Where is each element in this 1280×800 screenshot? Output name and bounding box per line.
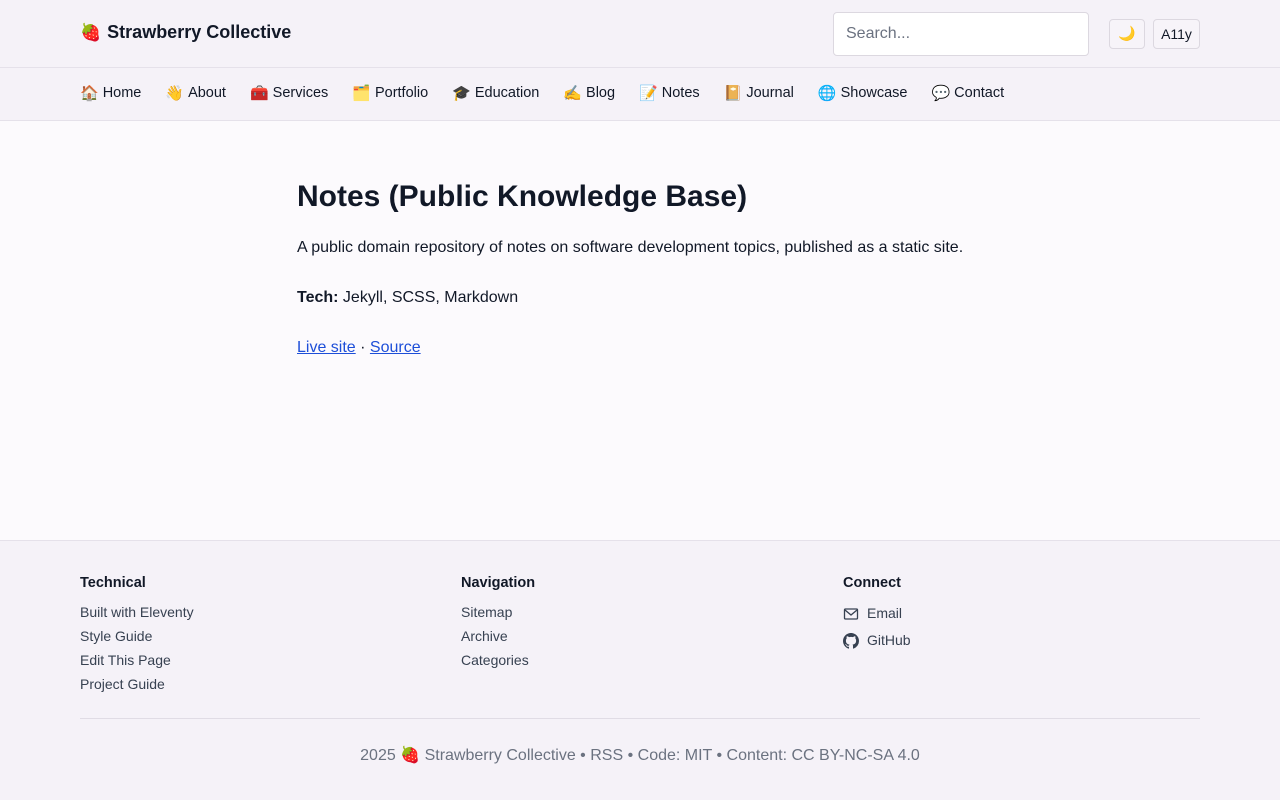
nav-item-label: Portfolio: [374, 85, 429, 101]
nav-item-journal[interactable]: 📔 Journal: [724, 84, 794, 102]
notebook-icon: 📔: [723, 84, 743, 102]
memo-icon: 📝: [639, 84, 658, 102]
nav-item-home[interactable]: 🏠 Home: [80, 84, 141, 102]
live-site-link[interactable]: Live site: [297, 339, 356, 356]
rss-link[interactable]: RSS: [590, 747, 623, 764]
nav-item-label: Home: [102, 85, 142, 101]
brand-name: Strawberry Collective: [107, 22, 292, 42]
footer-divider: [80, 718, 1200, 719]
nav-item-services[interactable]: 🧰 Services: [250, 84, 328, 102]
tech-value: Jekyll, SCSS, Markdown: [338, 289, 519, 306]
footer-navigation: Navigation Sitemap Archive Categories: [461, 575, 535, 672]
nav-item-label: Contact: [954, 85, 1005, 101]
copyright-year: 2025: [360, 747, 396, 764]
nav-item-label: About: [188, 85, 226, 101]
tech-line: Tech: Jekyll, SCSS, Markdown: [297, 287, 1017, 309]
footer-heading: Technical: [80, 575, 146, 591]
nav-item-contact[interactable]: 💬 Contact: [931, 84, 1004, 102]
toolbox-icon: 🧰: [249, 84, 269, 102]
footer-link-github[interactable]: GitHub: [843, 627, 911, 654]
nav-item-label: Showcase: [840, 85, 908, 101]
waving-hand-icon: 👋: [165, 84, 185, 102]
nav-item-education[interactable]: 🎓 Education: [452, 84, 539, 102]
tech-label: Tech:: [297, 289, 339, 306]
site-footer: Technical Built with Eleventy Style Guid…: [0, 540, 1280, 800]
footer-link-built-with[interactable]: Built with Eleventy: [80, 600, 194, 624]
footer-link-edit-page[interactable]: Edit This Page: [80, 648, 194, 672]
writing-hand-icon: ✍️: [563, 84, 583, 102]
footer-link-email[interactable]: Email: [843, 600, 911, 627]
footer-link-project-guide[interactable]: Project Guide: [80, 672, 194, 696]
nav-item-portfolio[interactable]: 🗂️ Portfolio: [352, 84, 428, 102]
nav-item-label: Education: [474, 85, 540, 101]
nav-item-label: Notes: [661, 85, 700, 101]
footer-copyright: 2025 🍓 Strawberry Collective • RSS • Cod…: [0, 745, 1280, 765]
nav-item-notes[interactable]: 📝 Notes: [639, 84, 700, 102]
project-links: Live site · Source: [297, 337, 1017, 359]
copyright-brand: Strawberry Collective: [424, 747, 576, 764]
site-header: 🍓 Strawberry Collective 🌙 A11y: [0, 0, 1280, 68]
theme-toggle-button[interactable]: 🌙: [1109, 19, 1145, 49]
footer-link-label: GitHub: [867, 632, 911, 648]
moon-icon: 🌙: [1118, 26, 1136, 42]
github-icon: [843, 632, 859, 649]
main-content: Notes (Public Knowledge Base) A public d…: [297, 121, 1017, 359]
speech-bubble-icon: 💬: [931, 84, 951, 102]
bullet-separator: •: [575, 747, 591, 764]
footer-technical: Technical Built with Eleventy Style Guid…: [80, 575, 194, 696]
code-license: Code: MIT: [637, 747, 713, 764]
nav-item-blog[interactable]: ✍️ Blog: [563, 84, 615, 102]
footer-link-sitemap[interactable]: Sitemap: [461, 600, 535, 624]
bullet-separator: •: [712, 747, 727, 764]
mail-icon: [843, 607, 859, 620]
nav-item-label: Journal: [746, 85, 794, 101]
footer-link-categories[interactable]: Categories: [461, 648, 535, 672]
nav-item-about[interactable]: 👋 About: [165, 84, 226, 102]
graduation-cap-icon: 🎓: [452, 84, 471, 102]
main-nav: 🏠 Home 👋 About 🧰 Services 🗂️ Portfolio 🎓…: [0, 68, 1280, 121]
page-intro: A public domain repository of notes on s…: [297, 239, 964, 256]
bullet-separator: •: [623, 747, 638, 764]
content-license: Content: CC BY-NC-SA 4.0: [726, 747, 920, 764]
search-input[interactable]: [833, 12, 1089, 56]
brand-link[interactable]: 🍓 Strawberry Collective: [80, 22, 291, 43]
accessibility-button[interactable]: A11y: [1153, 19, 1200, 49]
strawberry-icon: 🍓: [400, 745, 421, 764]
nav-list: 🏠 Home 👋 About 🧰 Services 🗂️ Portfolio 🎓…: [80, 84, 1028, 102]
page-title: Notes (Public Knowledge Base): [297, 180, 748, 213]
nav-item-showcase[interactable]: 🌐 Showcase: [818, 84, 908, 102]
footer-connect: Connect Email GitHub: [843, 575, 911, 654]
nav-item-label: Services: [272, 85, 329, 101]
footer-link-label: Email: [867, 605, 903, 621]
folder-icon: 🗂️: [352, 84, 371, 102]
link-separator: ·: [355, 339, 370, 356]
footer-heading: Connect: [843, 575, 901, 591]
footer-link-archive[interactable]: Archive: [461, 624, 535, 648]
footer-link-style-guide[interactable]: Style Guide: [80, 624, 194, 648]
globe-icon: 🌐: [817, 84, 837, 102]
footer-heading: Navigation: [461, 575, 536, 591]
house-icon: 🏠: [80, 84, 99, 102]
nav-item-label: Blog: [586, 85, 616, 101]
source-link[interactable]: Source: [370, 339, 421, 356]
strawberry-icon: 🍓: [80, 22, 102, 43]
